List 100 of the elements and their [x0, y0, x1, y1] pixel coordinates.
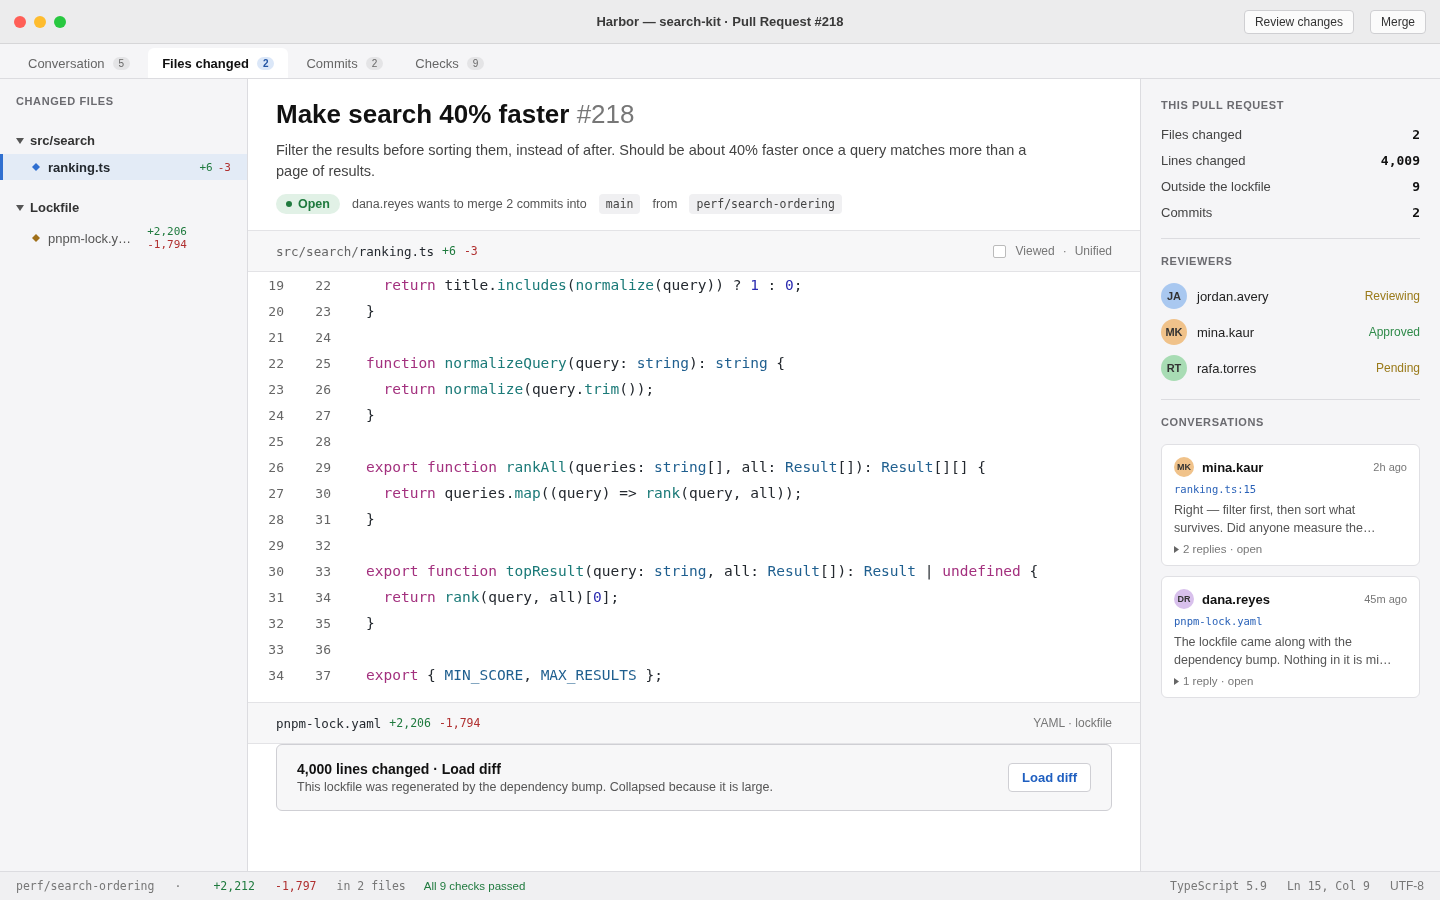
file-item[interactable]: ranking.ts +6 -3: [0, 154, 247, 180]
added-count: +2,206: [389, 716, 431, 730]
code-line: return queries.map((query) => rank(query, all));: [382, 485, 803, 501]
file-link[interactable]: pnpm-lock.yaml: [1174, 615, 1407, 627]
comment-time: 2h ago: [1373, 461, 1407, 473]
stat-value: 4,009: [1380, 153, 1420, 168]
count-badge: 9: [466, 56, 485, 70]
removed-count: -3: [217, 160, 231, 174]
load-diff-button[interactable]: Load diff: [1008, 763, 1091, 792]
file-name: pnpm-lock.y…: [48, 230, 133, 246]
code-line: }: [366, 303, 375, 319]
branch-label: main: [598, 194, 641, 214]
code-line: return title.includes(normalize(query)) ? 1 : 0;: [382, 277, 803, 293]
tab[interactable]: Commits 2: [292, 48, 398, 78]
count-badge: 5: [112, 56, 131, 70]
avatar: MK: [1174, 457, 1194, 477]
separator: ·: [1062, 244, 1067, 258]
view-mode-toggle[interactable]: Unified: [1074, 244, 1112, 258]
stat-label: Files changed: [1161, 127, 1242, 142]
caret-icon: [1174, 677, 1179, 685]
comment-time: 45m ago: [1364, 593, 1407, 605]
line-number: 32: [267, 615, 285, 631]
added-count: +2,212: [213, 879, 255, 893]
caret-icon: [1174, 545, 1179, 553]
file-item[interactable]: pnpm-lock.y… +2,206 -1,794: [0, 221, 247, 255]
added-count: +6: [199, 160, 213, 174]
line-number: 22: [267, 355, 285, 371]
notice-title: 4,000 lines changed · Load diff: [297, 761, 502, 777]
removed-count: -1,797: [274, 879, 317, 893]
line-number: 27: [267, 485, 285, 501]
tab-label: Files changed: [162, 55, 249, 71]
removed-count: -1,794: [147, 238, 187, 251]
line-number: 24: [267, 407, 285, 423]
section-heading: THIS PULL REQUEST: [1161, 99, 1286, 111]
code-line: }: [366, 615, 375, 631]
count-badge: 2: [365, 56, 384, 70]
viewed-label: Viewed: [1015, 244, 1055, 258]
line-number: 25: [314, 355, 332, 371]
zoom-control[interactable]: [54, 15, 66, 28]
toolbar-button[interactable]: Review changes: [1243, 9, 1354, 34]
tab[interactable]: Conversation 5: [14, 48, 145, 78]
folder-item[interactable]: src/search: [0, 127, 247, 154]
pr-number: #218: [576, 99, 635, 129]
code-line: export function topResult(query: string, all: Result[]): Result | undefined {: [366, 563, 1039, 579]
line-number: 24: [314, 329, 332, 345]
replies-link[interactable]: 1 reply · open: [1183, 675, 1254, 687]
added-count: +6: [442, 244, 456, 258]
comment-text: Right — filter first, then sort what survives. Did anyone measure the…: [1174, 502, 1377, 537]
line-number: 29: [267, 537, 285, 553]
line-number: 37: [314, 667, 332, 683]
file-name: ranking.ts: [48, 159, 112, 175]
comment-card[interactable]: MK mina.kaur 2h ago ranking.ts:15 Right — filter first, then sort what survives. Did anyone measure the… 2 replies · open: [1161, 444, 1420, 566]
stat-label: Outside the lockfile: [1161, 179, 1271, 194]
notice-text: This lockfile was regenerated by the dependency bump. Collapsed because it is large.: [297, 780, 773, 794]
stat-value: 2: [1412, 205, 1420, 220]
code-line: }: [366, 511, 375, 527]
tab-label: Conversation: [28, 55, 105, 71]
comment-card[interactable]: DR dana.reyes 45m ago pnpm-lock.yaml The lockfile came along with the dependency bump. Nothing in it is mi… 1 reply · open: [1161, 576, 1420, 698]
stat-value: 9: [1412, 179, 1420, 194]
branch-label: perf/search-ordering: [689, 194, 842, 214]
branch-name: perf/search-ordering: [16, 879, 155, 893]
stat-label: Lines changed: [1161, 153, 1246, 168]
code-line: return normalize(query.trim());: [382, 381, 655, 397]
line-number: 19: [267, 277, 285, 293]
removed-count: -3: [463, 244, 478, 258]
line-number: 23: [267, 381, 285, 397]
line-number: 31: [314, 511, 332, 527]
avatar: DR: [1174, 589, 1194, 609]
tab[interactable]: Checks 9: [401, 48, 499, 78]
folder-item[interactable]: Lockfile: [0, 194, 247, 221]
review-status: Reviewing: [1364, 289, 1420, 303]
stat-value: 2: [1412, 127, 1420, 142]
window-title: Harbor — search-kit · Pull Request #218: [596, 14, 844, 29]
line-number: 21: [267, 329, 285, 345]
comment-author: dana.reyes: [1202, 591, 1270, 607]
caret-icon: [16, 137, 24, 144]
replies-link[interactable]: 2 replies · open: [1183, 543, 1263, 555]
tab[interactable]: Files changed 2: [148, 48, 289, 78]
tab-label: Checks: [415, 55, 459, 71]
files-count: in 2 files: [336, 879, 406, 893]
minimize-control[interactable]: [34, 15, 46, 28]
viewed-checkbox[interactable]: [992, 244, 1006, 258]
section-heading: REVIEWERS: [1161, 255, 1234, 267]
review-status: Pending: [1375, 361, 1420, 375]
section-heading: CHANGED FILES: [15, 95, 115, 109]
line-number: 30: [267, 563, 285, 579]
line-number: 26: [314, 381, 332, 397]
toolbar-button[interactable]: Merge: [1370, 9, 1426, 34]
checks-status: All 9 checks passed: [423, 880, 526, 892]
comment-author: mina.kaur: [1202, 459, 1264, 475]
line-number: 27: [314, 407, 332, 423]
line-number: 36: [314, 641, 332, 657]
line-number: 23: [314, 303, 332, 319]
line-number: 33: [314, 563, 332, 579]
file-link[interactable]: ranking.ts:15: [1174, 483, 1407, 495]
line-number: 20: [267, 303, 285, 319]
close-control[interactable]: [14, 15, 26, 28]
tab-label: Commits: [306, 55, 358, 71]
code-line: function normalizeQuery(query: string): string {: [366, 355, 786, 371]
line-number: 33: [267, 641, 285, 657]
